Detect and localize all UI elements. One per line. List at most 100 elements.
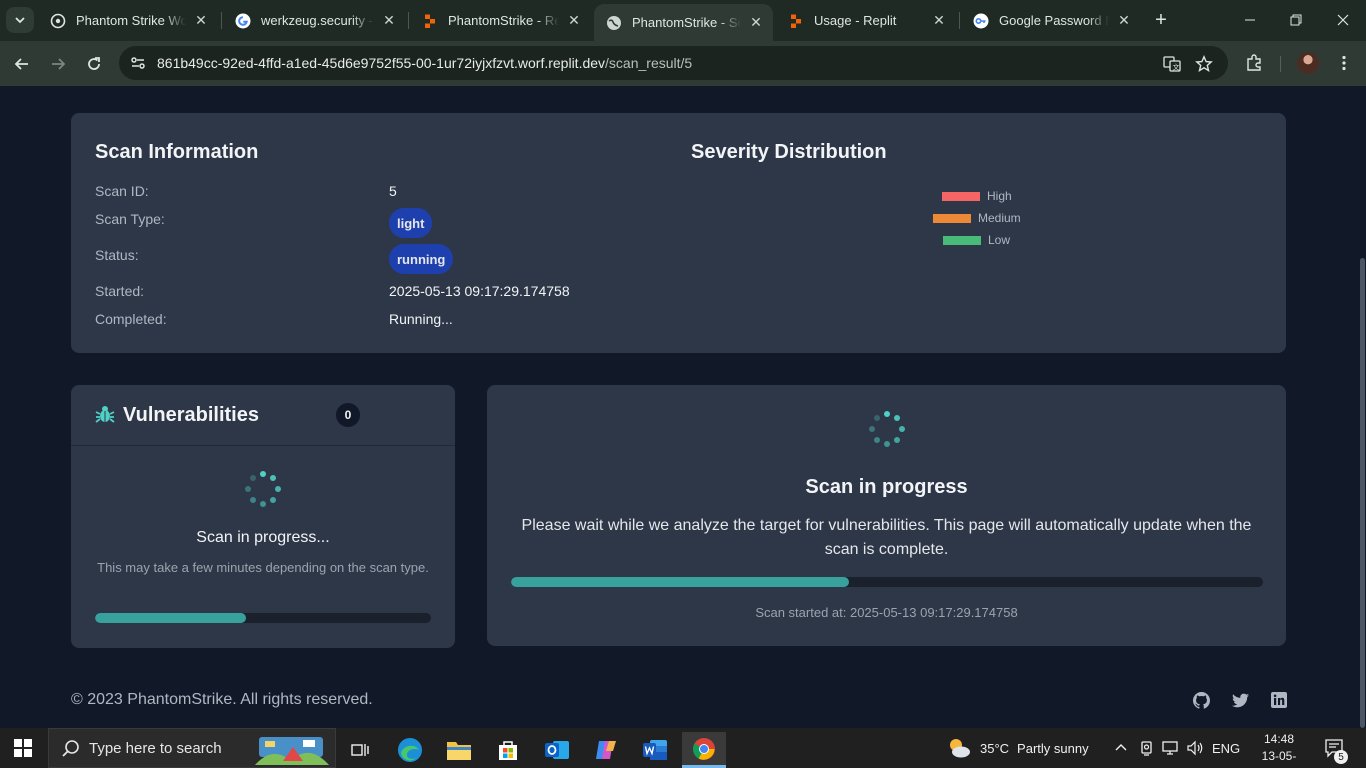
password-key-icon <box>973 13 989 29</box>
url-text: 861b49cc-92ed-4ffd-a1ed-45d6e9752f55-00-… <box>157 55 692 71</box>
vuln-progress-fill <box>95 613 247 623</box>
completed-value: Running... <box>389 311 453 327</box>
reload-icon <box>88 57 100 70</box>
network-icon[interactable] <box>1162 728 1180 768</box>
close-window-button[interactable] <box>1320 0 1366 40</box>
tab-phantomstrike-replit[interactable]: PhantomStrike - Replit ✕ <box>410 6 591 35</box>
tab-title: PhantomStrike - Replit <box>448 13 559 28</box>
meet-now-icon[interactable] <box>1139 728 1155 768</box>
extensions-icon[interactable] <box>1243 52 1265 74</box>
taskbar-clock[interactable]: 14:48 13-05-2025 <box>1254 731 1304 768</box>
close-icon[interactable]: ✕ <box>1115 12 1133 30</box>
legend-swatch <box>943 235 981 245</box>
windows-start-icon[interactable] <box>14 739 32 757</box>
task-view-icon[interactable] <box>338 732 382 768</box>
close-icon[interactable]: ✕ <box>565 12 583 30</box>
clock-time: 14:48 <box>1263 732 1295 746</box>
started-value: 2025-05-13 09:17:29.174758 <box>389 283 570 299</box>
github-icon[interactable] <box>1192 691 1210 709</box>
notification-count-badge: 5 <box>1334 750 1348 764</box>
replit-icon <box>788 13 804 29</box>
page-scrollbar[interactable] <box>1358 86 1366 728</box>
weather-description: Partly sunny <box>1017 740 1089 756</box>
weather-temperature: 35°C <box>980 740 1010 756</box>
status-label: Status: <box>95 247 139 263</box>
tab-title: Usage - Replit <box>814 13 897 28</box>
edge-browser-icon[interactable] <box>388 732 432 768</box>
vulnerabilities-card: Vulnerabilities 0 Scan in progress... Th… <box>71 385 455 648</box>
linkedin-icon[interactable] <box>1270 691 1288 709</box>
profile-avatar[interactable] <box>1297 52 1319 74</box>
scrollbar-thumb[interactable] <box>1360 258 1365 728</box>
severity-distribution-title: Severity Distribution <box>691 141 887 163</box>
weather-widget[interactable]: 35°C Partly sunny <box>946 728 1089 768</box>
tab-usage-replit[interactable]: Usage - Replit ✕ <box>776 6 956 35</box>
forward-button[interactable] <box>44 50 72 78</box>
completed-label: Completed: <box>95 311 167 327</box>
windows-taskbar: Type here to search 35°C Partly sunny EN… <box>0 728 1366 768</box>
outlook-icon[interactable] <box>535 732 579 768</box>
translate-icon[interactable]: 文 <box>1162 54 1182 74</box>
site-info-icon[interactable] <box>129 54 147 72</box>
notification-center-button[interactable]: 5 <box>1324 728 1348 768</box>
scan-id-value: 5 <box>389 183 397 199</box>
svg-text:文: 文 <box>1173 63 1180 72</box>
globe-icon <box>606 15 622 31</box>
more-menu-icon[interactable] <box>1333 52 1355 74</box>
microsoft-store-icon[interactable] <box>486 732 530 768</box>
legend-swatch <box>933 213 971 223</box>
loading-spinner-icon <box>869 411 905 447</box>
clock-date: 13-05-2025 <box>1261 749 1297 768</box>
legend-high[interactable]: High <box>942 189 1012 203</box>
tab-scan-result[interactable]: PhantomStrike - Scan Result ✕ <box>594 4 773 41</box>
legend-label: Low <box>988 233 1011 247</box>
restore-button[interactable] <box>1273 0 1319 40</box>
scan-progress-message: Please wait while we analyze the target … <box>521 517 1252 558</box>
legend-medium[interactable]: Medium <box>933 211 1021 225</box>
legend-label: High <box>987 189 1012 203</box>
vuln-status-text: This may take a few minutes depending on… <box>97 560 429 575</box>
scan-progress-fill <box>511 577 850 587</box>
language-indicator[interactable]: ENG <box>1212 728 1240 768</box>
vuln-status-title: Scan in progress... <box>196 529 330 546</box>
minimize-button[interactable] <box>1227 0 1273 40</box>
bug-icon <box>95 406 115 423</box>
tab-google-password-manager[interactable]: Google Password Manager ✕ <box>961 6 1141 35</box>
volume-icon[interactable] <box>1186 728 1204 768</box>
copilot-icon[interactable] <box>584 732 628 768</box>
search-icon <box>62 740 79 757</box>
minimize-icon <box>1245 19 1255 21</box>
close-icon[interactable]: ✕ <box>192 12 210 30</box>
scan-started-text: Scan started at: 2025-05-13 09:17:29.174… <box>755 605 1018 620</box>
show-hidden-icons-button[interactable] <box>1114 728 1128 768</box>
tab-title: Phantom Strike Workflow <box>76 13 186 28</box>
word-icon[interactable] <box>633 732 677 768</box>
scan-id-label: Scan ID: <box>95 183 149 199</box>
reload-button[interactable] <box>80 50 108 78</box>
close-icon[interactable]: ✕ <box>380 12 398 30</box>
tab-title: Google Password Manager <box>999 13 1109 28</box>
scan-progress-bar <box>511 577 1263 587</box>
search-highlight-illustration-icon <box>255 737 329 765</box>
back-button[interactable] <box>8 50 36 78</box>
chevron-up-icon <box>1115 744 1127 751</box>
close-icon[interactable]: ✕ <box>930 12 948 30</box>
bookmark-star-icon[interactable] <box>1194 54 1214 74</box>
url-host: 861b49cc-92ed-4ffd-a1ed-45d6e9752f55-00-… <box>157 55 606 71</box>
close-icon[interactable]: ✕ <box>747 14 765 32</box>
file-explorer-icon[interactable] <box>437 732 481 768</box>
legend-swatch <box>942 191 980 201</box>
partly-sunny-icon <box>950 739 970 758</box>
address-bar[interactable]: 861b49cc-92ed-4ffd-a1ed-45d6e9752f55-00-… <box>119 46 1228 80</box>
tab-phantom-strike-workflow[interactable]: Phantom Strike Workflow ✕ <box>38 6 218 35</box>
chrome-taskbar-icon[interactable] <box>682 732 726 768</box>
status-badge: running <box>389 244 454 274</box>
started-label: Started: <box>95 283 145 299</box>
twitter-icon[interactable] <box>1231 691 1249 709</box>
tab-werkzeug-search[interactable]: werkzeug.security - Google Search ✕ <box>223 6 406 35</box>
new-tab-button[interactable]: + <box>1150 9 1172 31</box>
legend-low[interactable]: Low <box>943 233 1010 247</box>
taskbar-search-box[interactable]: Type here to search <box>48 728 336 768</box>
url-path: /scan_result/5 <box>605 55 693 71</box>
tab-search-button[interactable] <box>6 7 34 33</box>
